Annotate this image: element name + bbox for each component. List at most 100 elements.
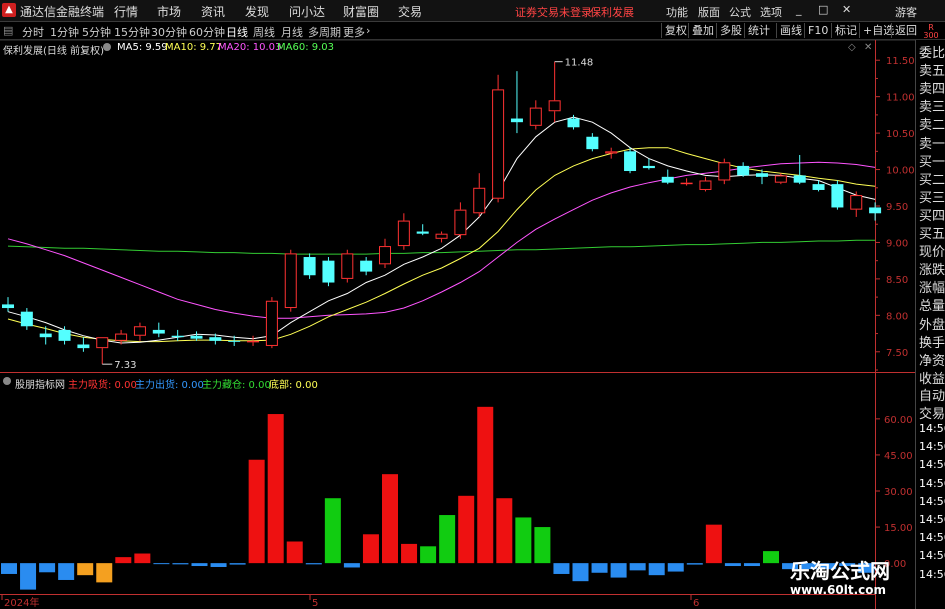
overlay-button[interactable]: 叠加 [688, 23, 717, 38]
user-guest[interactable]: 游客 [895, 4, 917, 20]
tab-monthly[interactable]: 月线 [281, 24, 303, 40]
side-label-5: 卖一 [919, 136, 945, 152]
candle-down-body [510, 118, 523, 123]
indicator-bar-blue [58, 563, 75, 580]
candle-up-body [548, 100, 561, 112]
r-tag-number: 300 [923, 31, 939, 40]
quote-side-panel: 委比 卖五 卖四 卖三 卖二 卖一 买一 买二 买三 买四 买五 现价 涨跌 涨幅 总量 外盘 换手 净资 收益 自动… [915, 40, 945, 609]
candle-down-body [661, 176, 674, 183]
candle-down-body [416, 231, 429, 234]
candle-up-body [284, 253, 297, 309]
tab-weekly[interactable]: 周线 [253, 24, 275, 40]
side-label-6: 买一 [919, 154, 945, 170]
side-label-15: 外盘 [919, 317, 945, 333]
current-stock-name: 保利发展 [590, 6, 634, 19]
price-tick-label: 7.50 [886, 348, 908, 359]
side-label-9: 买四 [919, 208, 945, 224]
price-tick-label: 9.50 [886, 202, 908, 213]
indicator-bar-red [134, 553, 151, 564]
watermark-url: www.60lt.com [790, 583, 887, 597]
trade-time-6: 14:56 [919, 531, 945, 545]
close-icon[interactable]: ✕ [842, 3, 851, 16]
indicator-bar-yellow [96, 563, 113, 583]
r-tag: R 300 [917, 24, 945, 40]
indicator-bar-green [439, 515, 456, 564]
mark-button[interactable]: 标记 [831, 23, 860, 38]
side-head-0[interactable]: 自动 [919, 385, 945, 404]
volume-tick-label: 30.00 [884, 487, 913, 498]
tab-intraday[interactable]: 分时 [22, 24, 44, 40]
indicator-bar-blue [648, 563, 665, 576]
menu-options[interactable]: 选项 [760, 4, 782, 20]
chart-canvas[interactable]: 11.50 11.00 10.50 10.00 9.50 9.00 8.50 8.00 7.50… [0, 40, 915, 609]
stats-button[interactable]: 统计 [744, 23, 773, 38]
indicator-bar-green [420, 546, 437, 564]
side-head-1[interactable]: 交易 [919, 403, 945, 422]
indicator-bar-red [705, 524, 722, 564]
candle-up-body [133, 326, 146, 336]
tab-60min[interactable]: 60分钟 [189, 24, 225, 40]
price-tick-label: 11.00 [886, 93, 915, 104]
side-label-1: 卖五 [919, 64, 945, 80]
menu-layout[interactable]: 版面 [698, 4, 720, 20]
maximize-icon[interactable]: □ [818, 3, 828, 16]
candle-up-body [529, 107, 542, 126]
indicator-bar-red [401, 543, 418, 564]
candle-down-body [20, 311, 33, 327]
indicator-bar-blue [553, 563, 570, 574]
menu-news[interactable]: 资讯 [201, 3, 225, 20]
trade-time-0: 14:56 [919, 422, 945, 435]
tab-30min[interactable]: 30分钟 [151, 24, 187, 40]
indicator-bar-blue [724, 563, 741, 567]
back-button[interactable]: 返回 [891, 23, 920, 38]
side-label-3: 卖三 [919, 100, 945, 116]
candle-up-body [115, 333, 128, 341]
menu-function[interactable]: 功能 [666, 4, 688, 20]
trade-time-3: 14:56 [919, 476, 945, 490]
indicator-bar-blue [572, 563, 589, 582]
side-label-17: 净资 [919, 353, 945, 369]
tab-1min[interactable]: 1分钟 [50, 24, 79, 40]
side-label-11: 现价 [919, 245, 945, 261]
menu-ask[interactable]: 问小达 [289, 3, 325, 20]
multi-stock-button[interactable]: 多股 [716, 23, 745, 38]
tab-daily[interactable]: 日线 [226, 24, 248, 40]
menu-discover[interactable]: 发现 [245, 3, 269, 20]
tab-more[interactable]: 更多 [343, 24, 365, 40]
menu-wealth[interactable]: 财富圈 [343, 3, 379, 20]
candle-up-body [492, 89, 505, 199]
indicator-bar-green [324, 498, 341, 564]
indicator-bar-yellow [77, 563, 94, 576]
draw-line-button[interactable]: 画线 [776, 23, 805, 38]
watermark-title: 乐淘公式网 [790, 559, 890, 583]
tab-5min[interactable]: 5分钟 [82, 24, 111, 40]
menu-formula[interactable]: 公式 [729, 4, 751, 20]
volume-tick-label: 45.00 [884, 451, 913, 462]
f10-button[interactable]: F10 [804, 23, 831, 38]
menu-quotes[interactable]: 行情 [114, 3, 138, 20]
tab-15min[interactable]: 15分钟 [114, 24, 150, 40]
candle-down-body [869, 207, 882, 214]
candle-down-body [2, 304, 14, 309]
candle-down-body [303, 257, 316, 276]
tab-multi-period[interactable]: 多周期 [308, 24, 341, 40]
chevron-right-icon[interactable]: › [366, 24, 370, 37]
candle-up-body [454, 209, 467, 236]
menu-market[interactable]: 市场 [157, 3, 181, 20]
candle-down-body [171, 335, 184, 338]
candle-up-body [247, 340, 260, 343]
side-label-18: 收益 [919, 371, 945, 387]
indicator-bar-blue [667, 563, 684, 572]
candle-down-body [793, 175, 806, 183]
indicator-bar-blue [610, 563, 627, 578]
indicator-bar-blue [686, 563, 703, 565]
menu-trade[interactable]: 交易 [398, 3, 422, 20]
login-notice[interactable]: 证券交易未登录 [515, 4, 592, 20]
minimize-icon[interactable]: _ [796, 3, 802, 16]
candle-down-body [209, 337, 222, 341]
side-label-4: 卖二 [919, 118, 945, 134]
candle-up-body [341, 253, 354, 279]
candle-up-body [473, 187, 486, 214]
candle-up-body [379, 246, 391, 265]
adjust-button[interactable]: 复权 [661, 23, 690, 38]
